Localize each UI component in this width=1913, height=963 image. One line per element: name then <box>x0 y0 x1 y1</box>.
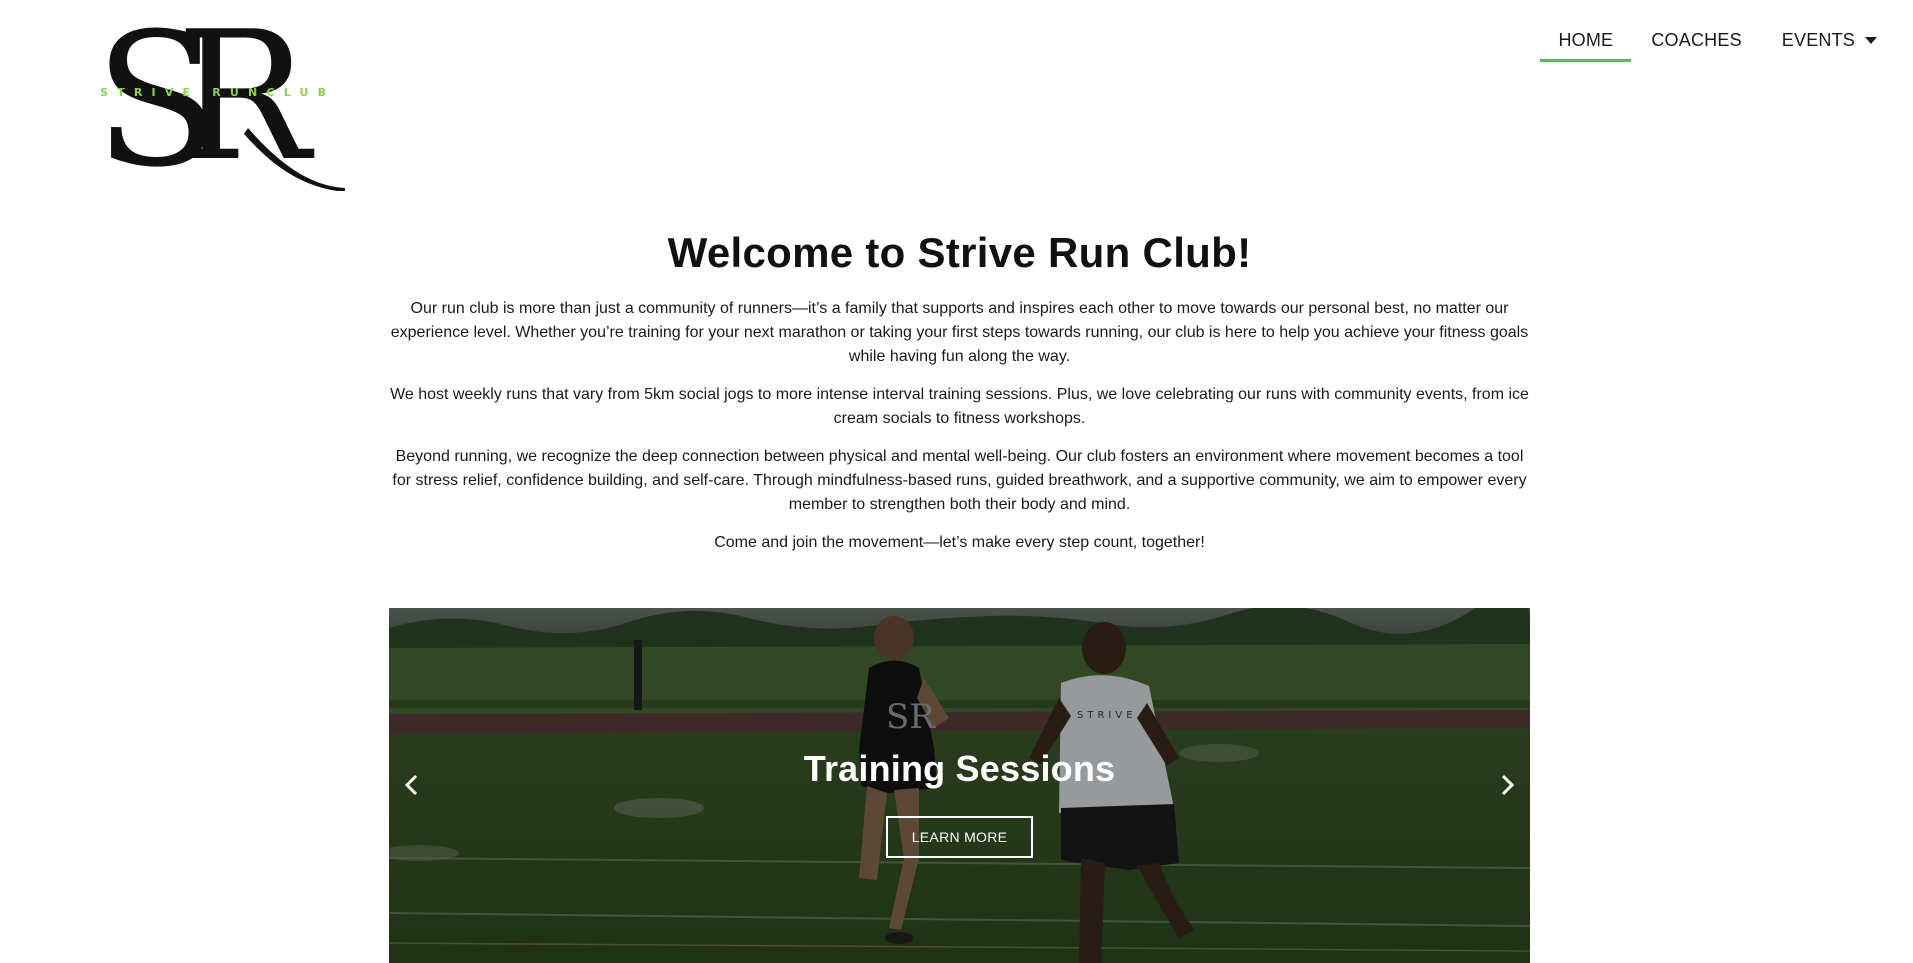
learn-more-button[interactable]: LEARN MORE <box>885 816 1034 858</box>
caret-down-icon[interactable] <box>1865 36 1877 44</box>
welcome-section: Welcome to Strive Run Club! Our run club… <box>389 226 1530 569</box>
logo-graphic: R S STRIVE RUNCLUB <box>98 18 345 191</box>
logo-tagline: STRIVE RUNCLUB <box>100 86 335 99</box>
carousel-caption: Training Sessions LEARN MORE <box>389 746 1530 858</box>
slide-title: Training Sessions <box>803 748 1116 789</box>
page: R S STRIVE RUNCLUB HOME COACHES EVENTS W… <box>0 0 1913 963</box>
intro-paragraph-4: Come and join the movement—let’s make ev… <box>714 534 1205 551</box>
site-logo[interactable]: R S STRIVE RUNCLUB <box>98 18 345 191</box>
svg-text:S: S <box>98 18 220 191</box>
intro-paragraph-2: We host weekly runs that vary from 5km s… <box>390 386 1529 427</box>
nav-home[interactable]: HOME <box>1540 18 1632 62</box>
nav-coaches[interactable]: COACHES <box>1631 18 1761 62</box>
nav-events[interactable]: EVENTS <box>1762 18 1913 62</box>
main-nav: HOME COACHES EVENTS <box>1540 18 1913 62</box>
page-title: Welcome to Strive Run Club! <box>667 229 1252 276</box>
intro-paragraph-1: Our run club is more than just a communi… <box>390 300 1529 365</box>
image-carousel: SR STRIVE Training Sessions LEARN MORE <box>389 608 1530 963</box>
nav-events-label: EVENTS <box>1781 29 1855 50</box>
intro-paragraph-3: Beyond running, we recognize the deep co… <box>392 448 1527 513</box>
nav-home-label: HOME <box>1558 29 1614 50</box>
nav-coaches-label: COACHES <box>1651 29 1742 50</box>
